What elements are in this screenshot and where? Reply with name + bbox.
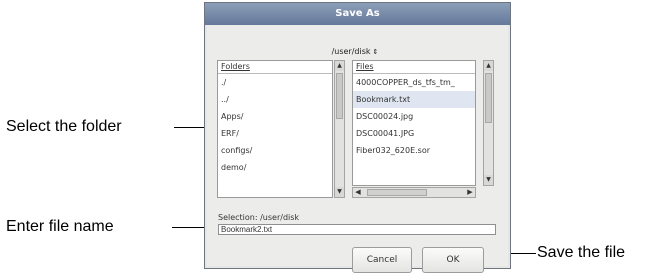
scroll-down-icon[interactable]: ▼	[484, 175, 493, 185]
scroll-left-icon[interactable]: ◀	[353, 188, 363, 197]
file-name-input[interactable]	[218, 224, 496, 235]
scroll-up-icon[interactable]: ▲	[335, 61, 344, 71]
file-item[interactable]: DSC00041.JPG	[353, 125, 475, 142]
scroll-down-icon[interactable]: ▼	[335, 187, 344, 197]
selection-label: Selection: /user/disk	[218, 213, 300, 222]
file-item-selected[interactable]: Bookmark.txt	[353, 91, 475, 108]
files-hscrollbar[interactable]: ◀ ▶	[352, 187, 476, 198]
directory-value: /user/disk	[331, 47, 371, 56]
scroll-right-icon[interactable]: ▶	[465, 188, 475, 197]
scroll-up-icon[interactable]: ▲	[484, 61, 493, 71]
chevron-updown-icon: ⇕	[372, 48, 379, 56]
files-hscroll-thumb[interactable]	[367, 189, 427, 196]
files-header: Files	[353, 61, 475, 74]
folder-item[interactable]: ../	[218, 91, 332, 108]
folder-item[interactable]: ./	[218, 74, 332, 91]
files-list[interactable]: Files 4000COPPER_ds_tfs_tm_ Bookmark.txt…	[352, 60, 476, 186]
files-scroll-thumb[interactable]	[485, 73, 492, 123]
callout-enter-file-name: Enter file name	[6, 218, 114, 235]
cancel-button[interactable]: Cancel	[352, 247, 412, 273]
file-item[interactable]: DSC00024.jpg	[353, 108, 475, 125]
file-item[interactable]: Fiber032_620E.sor	[353, 142, 475, 159]
file-item[interactable]: 4000COPPER_ds_tfs_tm_	[353, 74, 475, 91]
folder-item[interactable]: ERF/	[218, 125, 332, 142]
folder-item[interactable]: Apps/	[218, 108, 332, 125]
files-scrollbar[interactable]: ▲ ▼	[483, 60, 494, 186]
callout-save-file: Save the file	[537, 244, 626, 261]
ok-button[interactable]: OK	[422, 247, 484, 273]
folders-scroll-thumb[interactable]	[336, 73, 343, 119]
folder-item[interactable]: configs/	[218, 142, 332, 159]
directory-select[interactable]: /user/disk ⇕	[315, 45, 395, 58]
callout-select-folder: Select the folder	[6, 118, 122, 135]
dialog-title: Save As	[205, 3, 510, 25]
folders-scrollbar[interactable]: ▲ ▼	[334, 60, 345, 198]
folders-list[interactable]: Folders ./ ../ Apps/ ERF/ configs/ demo/	[217, 60, 333, 198]
save-as-dialog: Save As /user/disk ⇕ Folders ./ ../ Apps/…	[204, 2, 511, 273]
dialog-body: /user/disk ⇕ Folders ./ ../ Apps/ ERF/ co…	[207, 25, 508, 273]
folders-header: Folders	[218, 61, 332, 74]
folder-item[interactable]: demo/	[218, 159, 332, 176]
